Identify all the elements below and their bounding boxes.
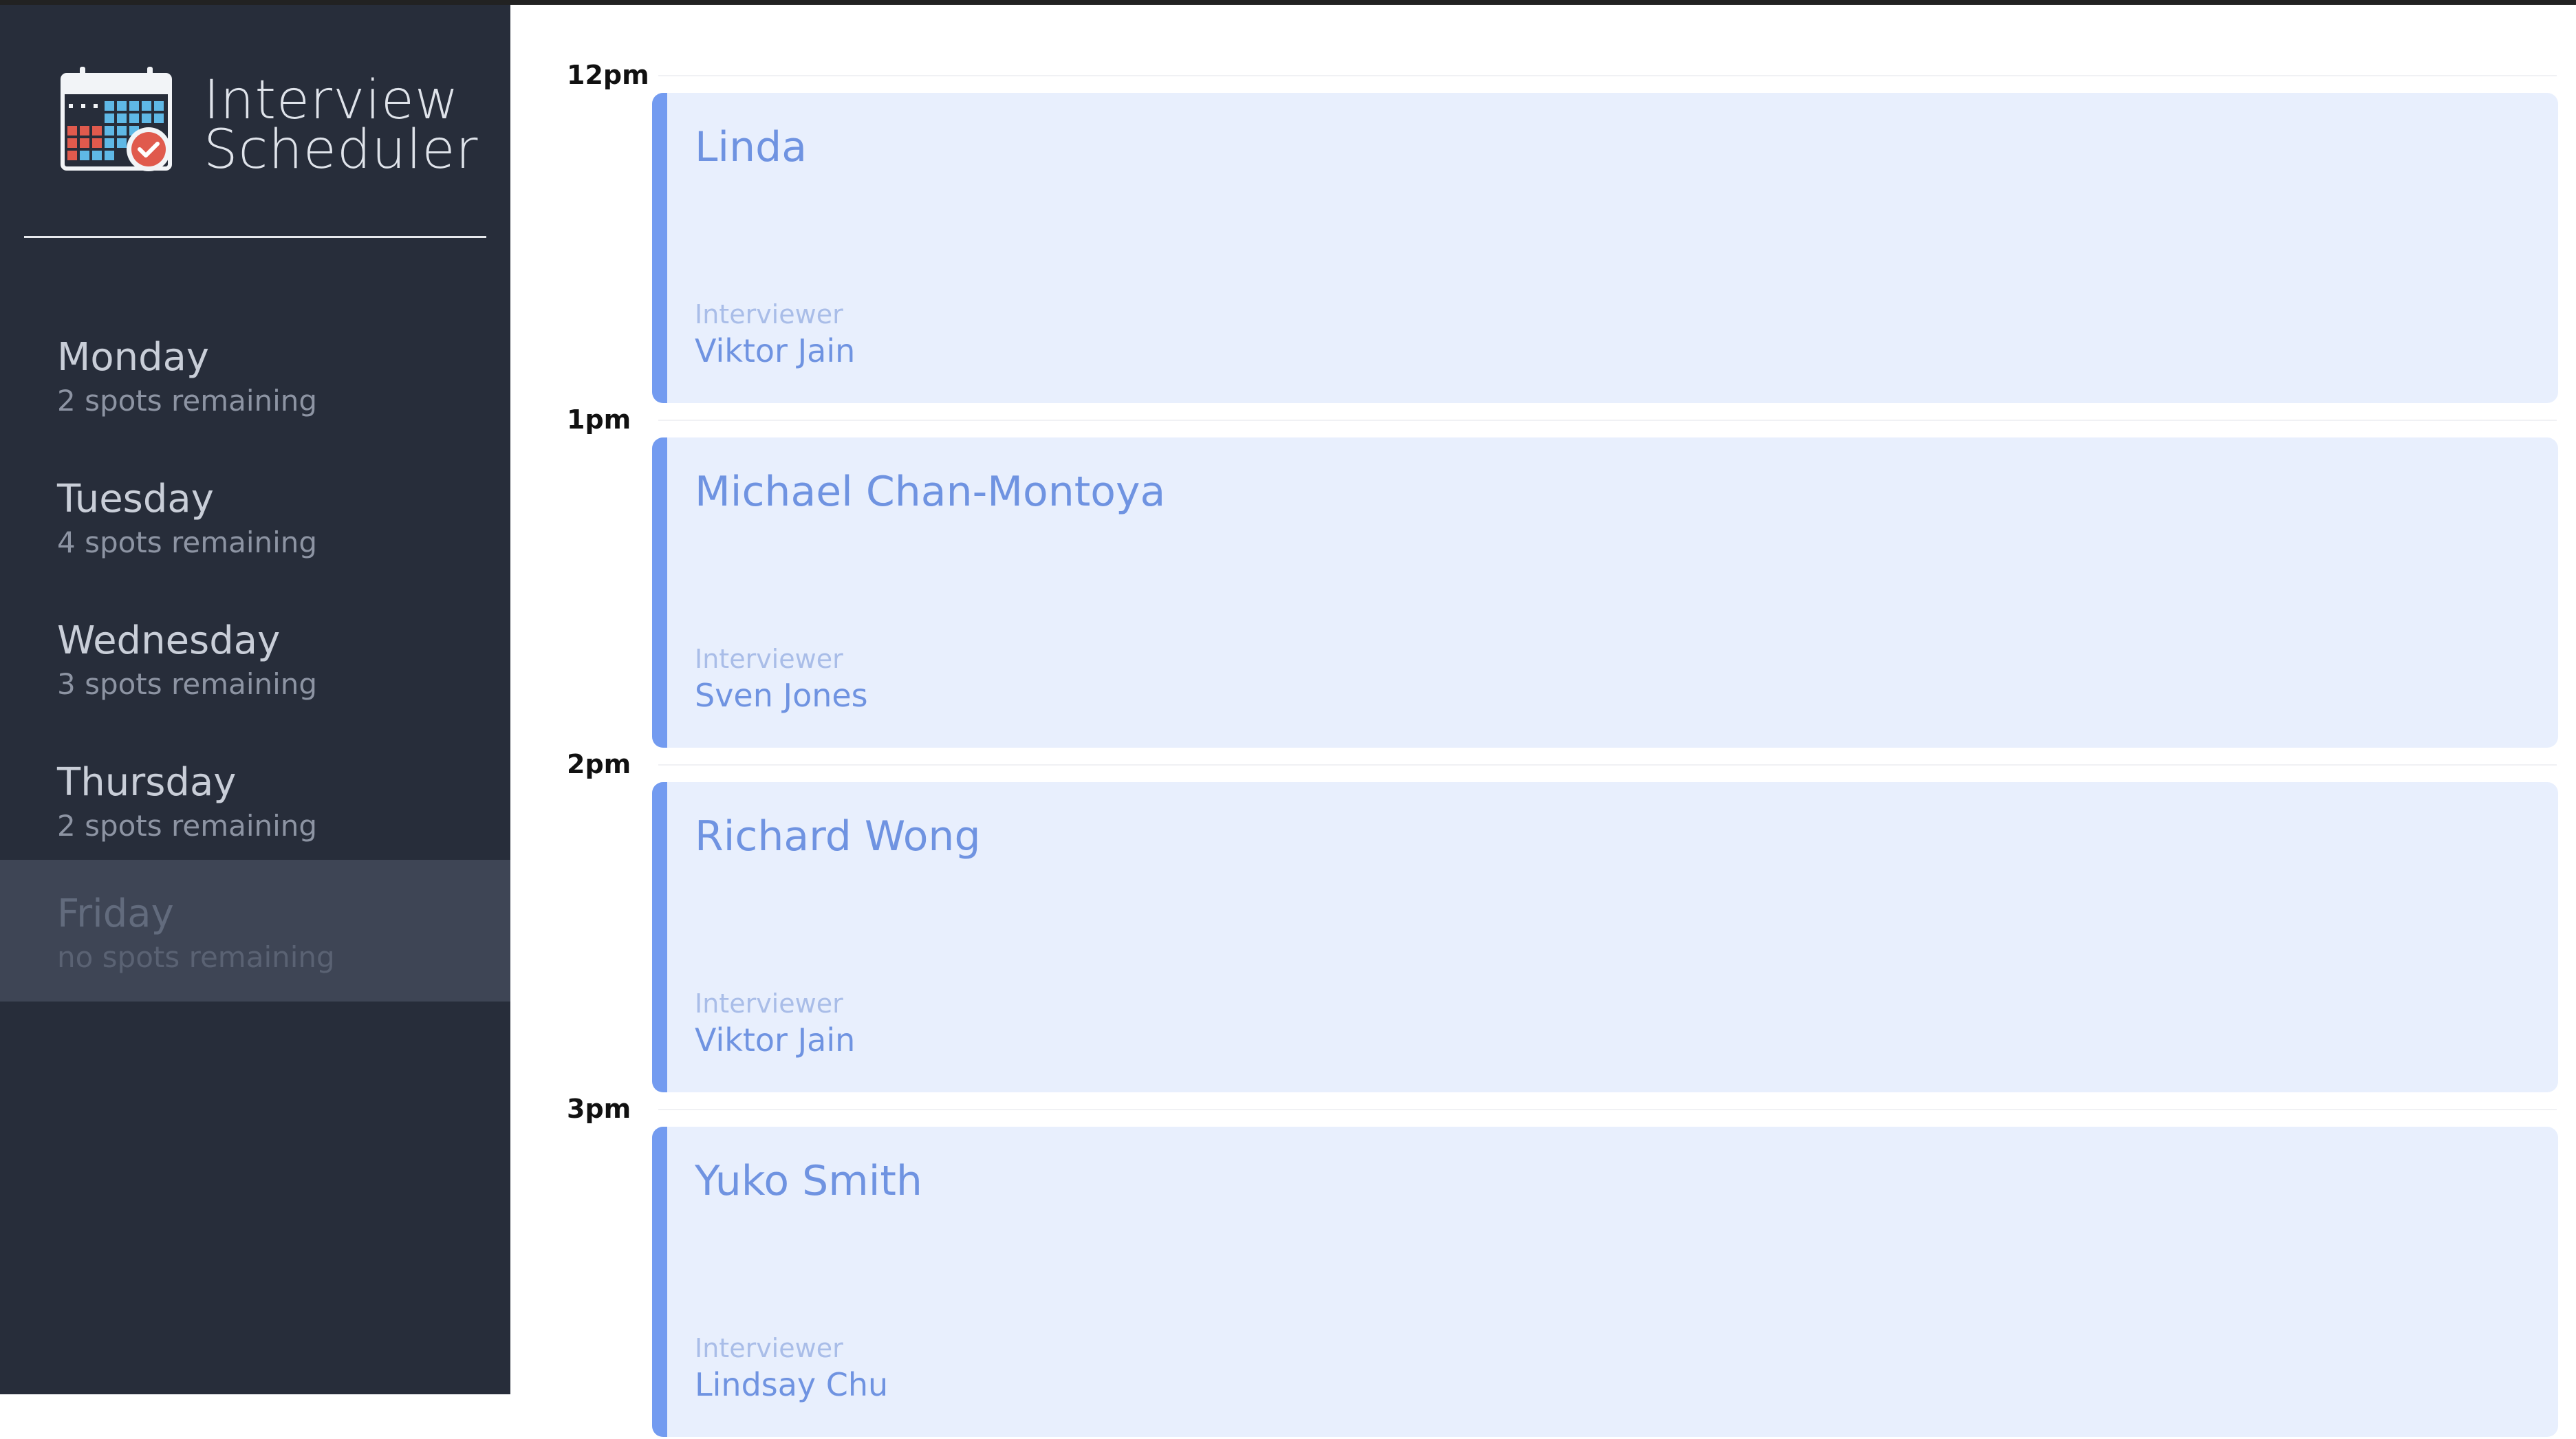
day-spots-remaining: 4 spots remaining (57, 526, 318, 559)
app-logo: Interview Scheduler (59, 65, 486, 182)
card-accent-bar (652, 437, 667, 748)
interviewer-name: Viktor Jain (695, 1021, 856, 1059)
sidebar: Interview Scheduler Monday 2 spots remai… (0, 5, 510, 1394)
slot-separator (658, 1109, 2557, 1110)
slot-time: 3pm (567, 1094, 631, 1124)
day-name: Tuesday (57, 477, 214, 521)
appointment-card[interactable]: Michael Chan-Montoya Interviewer Sven Jo… (652, 437, 2558, 748)
day-name: Wednesday (57, 618, 281, 663)
window-top-strip (0, 0, 2576, 5)
interviewer-label: Interviewer (695, 988, 843, 1019)
card-accent-bar (652, 782, 667, 1092)
interviewer-label: Interviewer (695, 299, 843, 329)
time-slot: 3pm Yuko Smith Interviewer Lindsay Chu (510, 1095, 2576, 1439)
slot-separator (658, 420, 2557, 421)
day-spots-remaining: 2 spots remaining (57, 384, 318, 418)
student-name: Linda (695, 123, 807, 171)
sidebar-item-thursday[interactable]: Thursday 2 spots remaining (0, 728, 510, 870)
day-name: Monday (57, 335, 210, 380)
card-accent-bar (652, 93, 667, 403)
slot-time: 1pm (567, 404, 631, 435)
sidebar-item-monday[interactable]: Monday 2 spots remaining (0, 303, 510, 445)
time-slot: 12pm Linda Interviewer Viktor Jain (510, 61, 2576, 405)
sidebar-item-friday[interactable]: Friday no spots remaining (0, 860, 510, 1002)
appointment-card[interactable]: Linda Interviewer Viktor Jain (652, 93, 2558, 403)
day-spots-remaining: 3 spots remaining (57, 667, 318, 701)
slot-time: 12pm (567, 60, 649, 90)
sidebar-item-tuesday[interactable]: Tuesday 4 spots remaining (0, 445, 510, 587)
sidebar-divider (24, 236, 486, 238)
card-accent-bar (652, 1127, 667, 1437)
schedule-panel: 12pm Linda Interviewer Viktor Jain 1pm M… (510, 5, 2576, 1437)
calendar-check-icon (61, 67, 172, 171)
day-name: Thursday (57, 760, 237, 805)
slot-time: 2pm (567, 749, 631, 779)
slot-separator (658, 75, 2557, 76)
interviewer-name: Lindsay Chu (695, 1366, 889, 1403)
interviewer-label: Interviewer (695, 1333, 843, 1363)
time-slot: 2pm Richard Wong Interviewer Viktor Jain (510, 750, 2576, 1094)
day-name: Friday (57, 891, 174, 936)
app-title-line-2: Scheduler (204, 119, 479, 181)
interviewer-name: Sven Jones (695, 677, 868, 714)
slot-separator (658, 764, 2557, 766)
appointment-card[interactable]: Richard Wong Interviewer Viktor Jain (652, 782, 2558, 1092)
student-name: Richard Wong (695, 812, 981, 861)
interviewer-label: Interviewer (695, 644, 843, 674)
appointment-card[interactable]: Yuko Smith Interviewer Lindsay Chu (652, 1127, 2558, 1437)
student-name: Michael Chan-Montoya (695, 468, 1166, 516)
time-slot: 1pm Michael Chan-Montoya Interviewer Sve… (510, 406, 2576, 750)
student-name: Yuko Smith (695, 1157, 922, 1205)
day-spots-remaining: no spots remaining (57, 940, 335, 974)
sidebar-item-wednesday[interactable]: Wednesday 3 spots remaining (0, 587, 510, 728)
interviewer-name: Viktor Jain (695, 332, 856, 369)
day-spots-remaining: 2 spots remaining (57, 809, 318, 843)
